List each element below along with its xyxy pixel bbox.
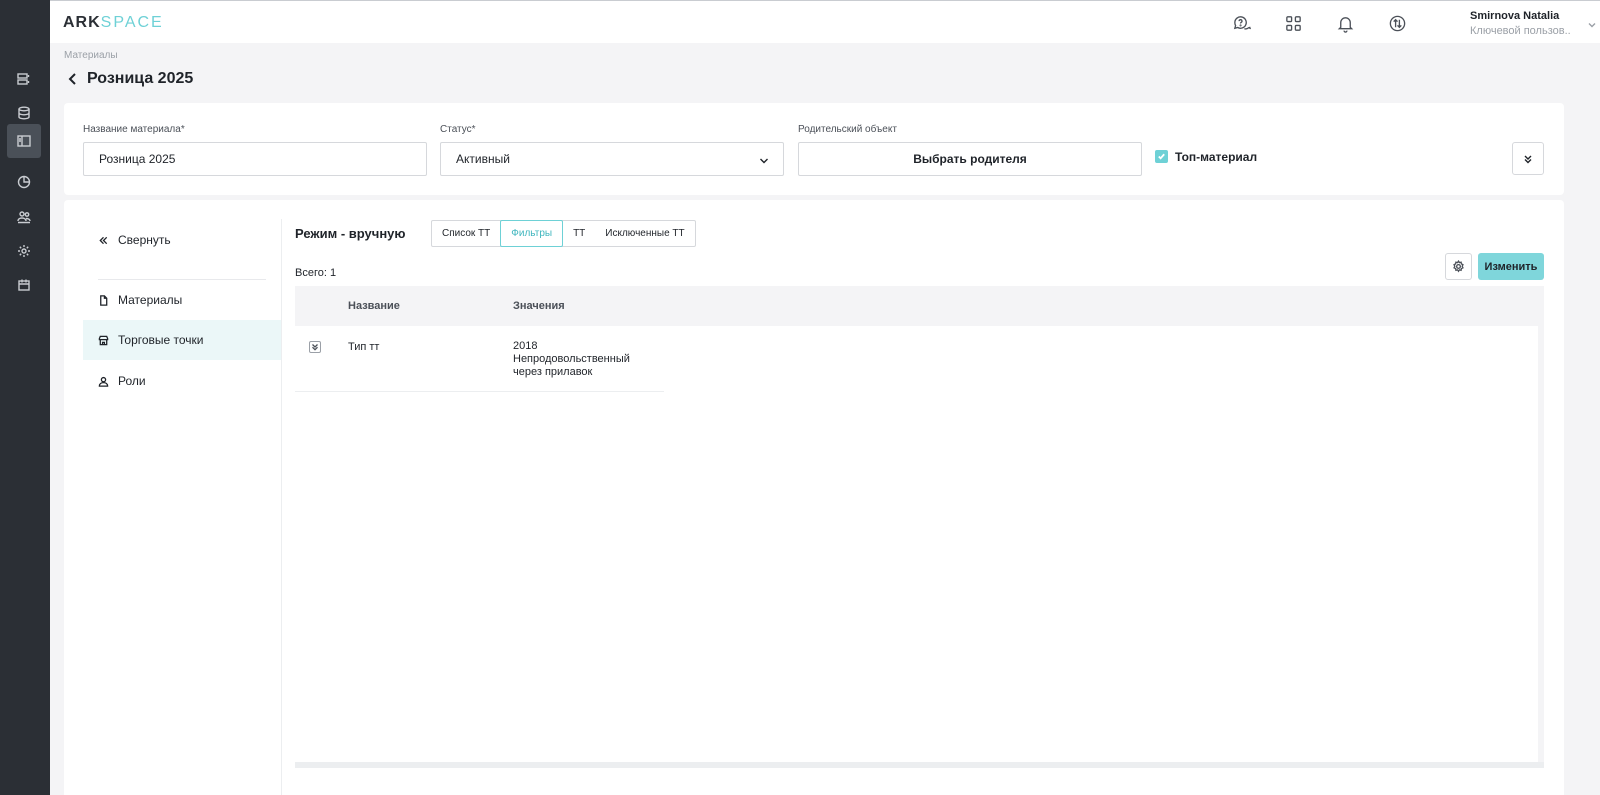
back-arrow-icon[interactable] bbox=[66, 72, 80, 86]
material-name-value: Розница 2025 bbox=[99, 152, 176, 166]
app-logo[interactable]: ARKSPACE bbox=[63, 14, 164, 32]
top-material-checkbox[interactable] bbox=[1155, 150, 1168, 163]
filters-table: Название Значения Тип тт 2018 Непродовол… bbox=[295, 286, 1544, 768]
status-value: Активный bbox=[456, 152, 510, 166]
tab-excluded-stores[interactable]: Исключенные ТТ bbox=[595, 221, 694, 246]
chart-icon[interactable] bbox=[7, 165, 41, 199]
settings-icon[interactable] bbox=[7, 234, 41, 268]
help-chat-icon[interactable] bbox=[1230, 12, 1252, 34]
vertical-scrollbar[interactable] bbox=[1538, 326, 1544, 768]
total-count: Всего: 1 bbox=[295, 267, 337, 279]
gear-icon bbox=[1453, 260, 1464, 273]
calendar-icon[interactable] bbox=[7, 268, 41, 302]
nav-item-stores[interactable]: Торговые точки bbox=[83, 320, 281, 360]
table-row: Тип тт 2018 Непродовольственный через пр… bbox=[295, 326, 664, 392]
status-label: Статус* bbox=[440, 124, 476, 135]
double-chevron-down-icon bbox=[1524, 155, 1532, 163]
edit-button[interactable]: Изменить bbox=[1478, 253, 1544, 280]
chevron-down-icon bbox=[759, 155, 769, 165]
table-settings-button[interactable] bbox=[1445, 253, 1472, 280]
row-values: 2018 Непродовольственный через прилавок bbox=[513, 340, 630, 379]
nav-item-roles[interactable]: Роли bbox=[83, 361, 281, 401]
material-form: Название материала* Розница 2025 Статус*… bbox=[64, 103, 1564, 195]
tab-store-list[interactable]: Список ТТ bbox=[432, 221, 500, 246]
tab-stores[interactable]: ТТ bbox=[563, 221, 595, 246]
name-label: Название материала* bbox=[83, 124, 185, 135]
chevron-down-icon[interactable] bbox=[1587, 17, 1597, 28]
main-panel: Свернуть Материалы Торговые точки Роли Р… bbox=[64, 200, 1564, 795]
exchange-icon[interactable] bbox=[1386, 12, 1408, 34]
double-chevron-left-icon bbox=[98, 234, 110, 246]
status-select[interactable]: Активный bbox=[440, 142, 784, 176]
column-header-name[interactable]: Название bbox=[348, 300, 400, 312]
layout-icon[interactable] bbox=[7, 124, 41, 158]
bell-icon[interactable] bbox=[1334, 12, 1356, 34]
mode-title: Режим - вручную bbox=[295, 226, 406, 241]
parent-label: Родительский объект bbox=[798, 124, 897, 135]
user-role: Ключевой пользов... bbox=[1470, 25, 1570, 37]
nav-item-label: Роли bbox=[118, 374, 146, 388]
user-name: Smirnova Natalia bbox=[1470, 10, 1560, 22]
choose-parent-button[interactable]: Выбрать родителя bbox=[798, 142, 1142, 176]
tabs: Список ТТ Фильтры ТТ Исключенные ТТ bbox=[431, 220, 696, 247]
user-menu[interactable]: Smirnova Natalia Ключевой пользов... bbox=[1470, 10, 1570, 37]
table-header: Название Значения bbox=[295, 286, 1544, 326]
collapse-label: Свернуть bbox=[118, 233, 171, 247]
users-icon[interactable] bbox=[7, 200, 41, 234]
tasks-icon[interactable] bbox=[7, 62, 41, 96]
nav-item-label: Торговые точки bbox=[118, 333, 204, 347]
page-title: Розница 2025 bbox=[87, 70, 194, 87]
nav-item-materials[interactable]: Материалы bbox=[83, 280, 281, 320]
top-header: ARKSPACE Smirnova Natalia Ключевой польз… bbox=[50, 0, 1600, 43]
horizontal-scrollbar[interactable] bbox=[295, 762, 1544, 768]
expand-form-button[interactable] bbox=[1512, 142, 1544, 175]
left-rail bbox=[0, 0, 50, 795]
document-icon bbox=[98, 294, 110, 306]
material-name-input[interactable]: Розница 2025 bbox=[83, 142, 427, 176]
store-icon bbox=[98, 334, 110, 346]
value-line: через прилавок bbox=[513, 366, 593, 378]
value-line: 2018 bbox=[513, 340, 538, 352]
breadcrumb[interactable]: Материалы bbox=[64, 50, 118, 61]
row-name: Тип тт bbox=[348, 341, 380, 353]
value-line: Непродовольственный bbox=[513, 353, 630, 365]
user-icon bbox=[98, 375, 110, 387]
vertical-divider bbox=[281, 219, 282, 795]
expand-row-icon[interactable] bbox=[309, 341, 321, 353]
column-header-values[interactable]: Значения bbox=[513, 300, 565, 312]
apps-grid-icon[interactable] bbox=[1282, 12, 1304, 34]
top-material-label: Топ-материал bbox=[1175, 150, 1258, 164]
collapse-button[interactable]: Свернуть bbox=[83, 220, 281, 260]
nav-item-label: Материалы bbox=[118, 293, 183, 307]
tab-filters[interactable]: Фильтры bbox=[500, 220, 564, 247]
